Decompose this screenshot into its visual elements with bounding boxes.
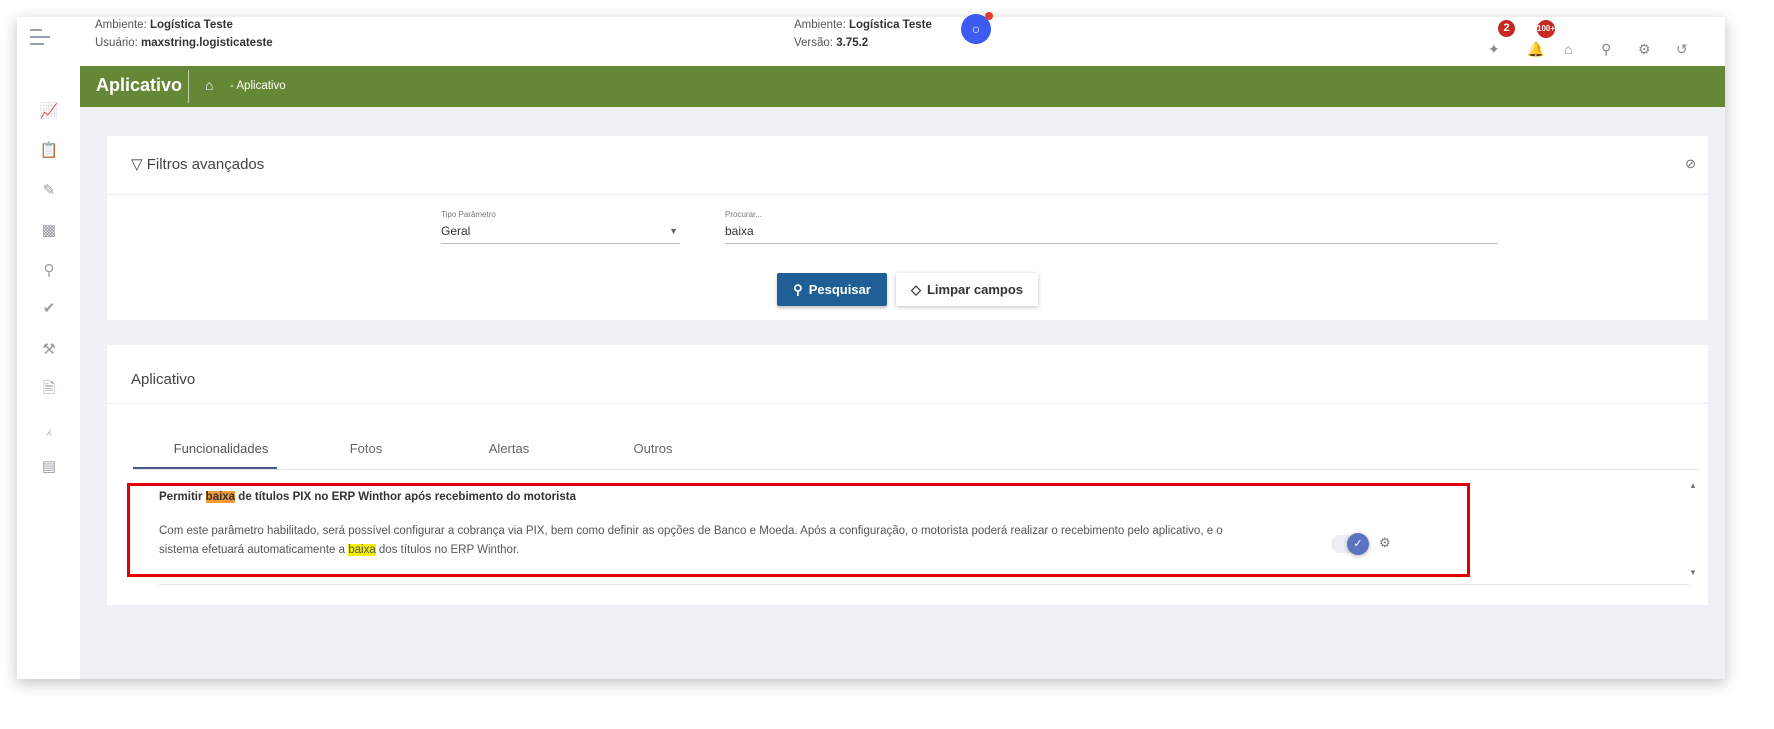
antenna-icon[interactable]: ⁁	[39, 418, 59, 438]
scroll-down-icon[interactable]: ▼	[1689, 568, 1697, 577]
user-info: Usuário: maxstring.logisticateste	[95, 37, 273, 49]
notifications-badge: 100+	[1537, 20, 1555, 38]
environment-info: Ambiente: Logística Teste	[95, 19, 233, 31]
environment-info-center: Ambiente: Logística Teste	[794, 19, 932, 31]
sidebar: 📈 📋 ✎ ▩ ⚲ ✔ ⚒ 🗎 ⁁ ▤	[17, 66, 80, 679]
tabs-divider	[133, 469, 1700, 470]
version-info: Versão: 3.75.2	[794, 37, 869, 49]
top-header: Ambiente: Logística Teste Usuário: maxst…	[17, 12, 1725, 66]
filter-icon: ▽	[131, 156, 143, 173]
search-input[interactable]: Procurar... baixa	[725, 210, 1498, 244]
tab-funcionalidades[interactable]: Funcionalidades	[174, 441, 269, 456]
pin-icon[interactable]: ✦	[1488, 41, 1500, 58]
page-header-bar: Aplicativo ⌂ - Aplicativo	[80, 66, 1725, 107]
bell-icon[interactable]: 🔔	[1527, 41, 1544, 58]
pencil-icon[interactable]: ✎	[39, 181, 59, 201]
bar-chart-icon[interactable]: ▩	[39, 221, 59, 241]
eye-slash-icon[interactable]: ⊘	[1685, 156, 1696, 172]
wrench-icon[interactable]: ⚲	[1601, 41, 1611, 58]
search-icon: ⚲	[793, 281, 803, 297]
chat-icon[interactable]: ○	[961, 12, 993, 44]
menu-icon[interactable]	[30, 29, 50, 45]
filters-title[interactable]: ▽ Filtros avançados	[131, 155, 264, 173]
tab-outros[interactable]: Outros	[633, 441, 672, 456]
tab-alertas[interactable]: Alertas	[489, 441, 529, 456]
divider	[107, 403, 1708, 404]
breadcrumb-home-icon[interactable]: ⌂	[205, 77, 213, 93]
table-icon[interactable]: ▤	[39, 457, 59, 477]
item-divider	[159, 584, 1689, 585]
search-icon[interactable]: ⚲	[39, 261, 59, 281]
divider	[107, 194, 1708, 195]
page-title: Aplicativo	[96, 75, 183, 95]
gear-icon[interactable]: ⚙	[1638, 41, 1651, 58]
filters-card: ▽ Filtros avançados ⊘ Tipo Parâmetro Ger…	[107, 136, 1708, 320]
search-button[interactable]: ⚲ Pesquisar	[777, 273, 887, 306]
clipboard-icon[interactable]: 📋	[39, 141, 59, 161]
app-window: Ambiente: Logística Teste Usuário: maxst…	[17, 12, 1725, 679]
type-select[interactable]: Tipo Parâmetro Geral ▼	[441, 210, 680, 244]
dashboard-icon[interactable]: 📈	[39, 102, 59, 122]
scroll-up-icon[interactable]: ▲	[1689, 481, 1697, 490]
tab-fotos[interactable]: Fotos	[350, 441, 383, 456]
clear-button[interactable]: ◇ Limpar campos	[896, 273, 1038, 306]
active-tab-indicator	[133, 467, 277, 469]
document-icon[interactable]: 🗎	[39, 379, 59, 399]
card-title: Aplicativo	[131, 371, 196, 388]
eraser-icon: ◇	[910, 281, 921, 297]
tools-icon[interactable]: ⚒	[39, 340, 59, 360]
alerts-badge: 2	[1498, 20, 1515, 37]
home-icon[interactable]: ⌂	[1564, 41, 1572, 57]
breadcrumb[interactable]: - Aplicativo	[230, 80, 286, 92]
highlight-box	[127, 483, 1470, 577]
divider	[188, 70, 189, 103]
chevron-down-icon: ▼	[669, 226, 678, 236]
logout-icon[interactable]: ↺	[1676, 41, 1688, 58]
double-check-icon[interactable]: ✔	[39, 299, 59, 319]
